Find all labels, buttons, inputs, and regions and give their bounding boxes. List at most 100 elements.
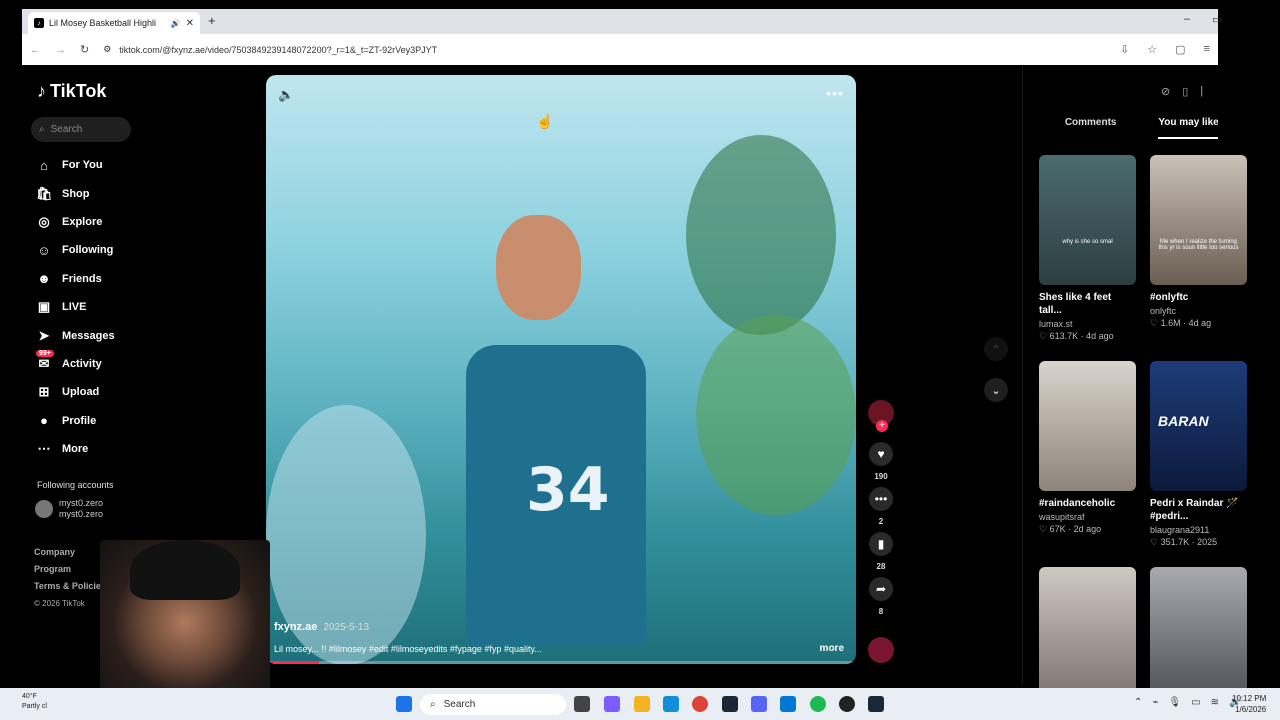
meta-separator: · xyxy=(1078,331,1087,341)
comment-button[interactable]: ••• 2 xyxy=(866,487,896,526)
chrome-icon[interactable] xyxy=(692,696,708,712)
footer-company[interactable]: Company xyxy=(34,544,106,561)
steam-icon[interactable] xyxy=(722,696,738,712)
heart-outline-icon: ♡ xyxy=(1150,318,1161,328)
close-tab-icon[interactable]: ✕ xyxy=(186,18,194,29)
sidebar-item-more[interactable]: ⋯ More xyxy=(36,435,115,463)
steam-alt-icon[interactable] xyxy=(868,696,884,712)
tiktok-logo[interactable]: ♪ TikTok xyxy=(37,81,106,102)
recommended-video-card[interactable]: why is she so smal Shes like 4 feet tall.… xyxy=(1039,155,1136,342)
wifi-icon[interactable]: ≋ xyxy=(1211,697,1219,708)
url-field[interactable]: ⚙ tiktok.com/@fxynz.ae/video/75038492391… xyxy=(103,44,1106,55)
sidebar-item-upload[interactable]: ⊞ Upload xyxy=(36,378,115,406)
video-background-foliage xyxy=(696,315,856,515)
copilot-icon[interactable] xyxy=(604,696,620,712)
following-account[interactable]: myst0.zero myst0.zero xyxy=(35,498,103,520)
video-date: 2025-5-13 xyxy=(323,622,370,633)
recommended-video-card[interactable]: Me when I realize the turning this yr is… xyxy=(1150,155,1247,329)
tiktok-note-icon: ♪ xyxy=(37,81,46,101)
video-thumbnail[interactable] xyxy=(1039,361,1136,491)
video-thumbnail[interactable]: why is she so smal xyxy=(1039,155,1136,285)
task-view-icon[interactable] xyxy=(574,696,590,712)
next-video-button[interactable]: ⌄ xyxy=(984,378,1008,402)
more-options-icon[interactable]: ••• xyxy=(826,85,844,101)
discord-icon[interactable] xyxy=(751,696,767,712)
spotify-icon[interactable] xyxy=(810,696,826,712)
card-username[interactable]: onlyftc xyxy=(1150,306,1247,316)
speaker-icon: 🔊 xyxy=(170,18,181,28)
video-thumbnail[interactable] xyxy=(1039,567,1136,697)
network-icon[interactable]: ⌁ xyxy=(1152,697,1158,708)
card-age: 4d ag xyxy=(1188,318,1212,328)
address-bar-row: ← → ↻ ⚙ tiktok.com/@fxynz.ae/video/75038… xyxy=(22,34,1218,65)
follow-plus-icon[interactable]: + xyxy=(876,420,888,432)
video-subject: 34 xyxy=(436,185,656,664)
windows-start-icon[interactable] xyxy=(396,696,412,712)
video-thumbnail[interactable] xyxy=(1150,567,1247,697)
like-button[interactable]: ♥ 190 xyxy=(866,442,896,481)
forward-icon[interactable]: → xyxy=(55,44,66,56)
compass-icon[interactable]: ⊘ xyxy=(1161,85,1170,98)
reading-list-icon[interactable]: ≡ xyxy=(1204,43,1210,56)
maximize-icon[interactable]: ▭ xyxy=(1212,13,1222,26)
sidebar-item-activity[interactable]: ✉ 99+ Activity xyxy=(36,349,115,378)
recommended-video-card[interactable] xyxy=(1150,567,1247,697)
creator-avatar[interactable]: + xyxy=(866,400,896,432)
chevron-up-icon[interactable]: ⌃ xyxy=(1134,697,1142,708)
sidebar-item-label: Following xyxy=(62,244,114,257)
card-username[interactable]: wasupitsraf xyxy=(1039,512,1136,522)
footer-terms[interactable]: Terms & Policies xyxy=(34,578,106,595)
store-icon[interactable] xyxy=(780,696,796,712)
music-disc-icon[interactable] xyxy=(868,637,894,663)
heart-outline-icon: ♡ xyxy=(1039,524,1050,534)
previous-video-button[interactable]: ⌃ xyxy=(984,337,1008,361)
footer-program[interactable]: Program xyxy=(34,561,106,578)
reload-icon[interactable]: ↻ xyxy=(80,43,89,56)
sidebar-item-live[interactable]: ▣ LIVE xyxy=(36,293,115,321)
share-button[interactable]: ➦ 8 xyxy=(866,577,896,616)
sidebar-item-for-you[interactable]: ⌂ For You xyxy=(36,151,115,179)
sidebar-item-messages[interactable]: ➤ Messages xyxy=(36,321,115,349)
sidebar-item-profile[interactable]: ● Profile xyxy=(36,407,115,435)
install-icon[interactable]: ⇩ xyxy=(1120,43,1129,56)
back-icon[interactable]: ← xyxy=(30,44,41,56)
sidebar-item-following[interactable]: ☺ Following xyxy=(36,236,115,264)
mic-icon[interactable]: 🎙 xyxy=(1168,697,1181,708)
video-player[interactable]: 34 🔈 ••• fxynz.ae 2025-5-13 Lil mosey... … xyxy=(266,75,856,664)
split-view-icon[interactable]: ▢ xyxy=(1175,43,1185,56)
sidebar-item-explore[interactable]: ◎ Explore xyxy=(36,208,115,236)
card-username[interactable]: blaugrana2911 xyxy=(1150,525,1247,535)
obs-icon[interactable] xyxy=(839,696,855,712)
new-tab-button[interactable]: + xyxy=(208,13,216,28)
phone-icon[interactable]: ▯ xyxy=(1182,85,1188,98)
search-icon: ⌕ xyxy=(430,699,436,710)
tab-you-may-like[interactable]: You may like xyxy=(1158,117,1218,139)
recommended-video-card[interactable] xyxy=(1039,567,1136,697)
volume-icon[interactable]: 🔈 xyxy=(278,87,294,103)
edge-icon[interactable] xyxy=(663,696,679,712)
browser-tab[interactable]: ♪ Lil Mosey Basketball Highli 🔊 ✕ xyxy=(28,12,200,34)
taskbar-search[interactable]: ⌕ Search xyxy=(420,694,566,715)
search-input[interactable]: ⌕ Search xyxy=(31,117,131,142)
weather-widget[interactable]: 40°F Partly cl xyxy=(22,692,47,712)
caption-more-button[interactable]: more xyxy=(820,643,844,654)
card-username[interactable]: lumax.st xyxy=(1039,319,1136,329)
video-thumbnail[interactable]: Me when I realize the turning this yr is… xyxy=(1150,155,1247,285)
sidebar-item-shop[interactable]: 🛍 Shop xyxy=(36,179,115,207)
minimize-icon[interactable]: – xyxy=(1184,13,1190,25)
save-button[interactable]: ▮ 28 xyxy=(866,532,896,571)
video-thumbnail[interactable]: BARAN xyxy=(1150,361,1247,491)
tab-comments[interactable]: Comments xyxy=(1023,117,1158,139)
panel-tabs: Comments You may like xyxy=(1023,117,1218,139)
site-info-icon[interactable]: ⚙ xyxy=(103,44,111,55)
copyright: © 2026 TikTok xyxy=(34,599,85,608)
taskbar-clock[interactable]: 10:12 PM 1/6/2026 xyxy=(1232,693,1266,715)
display-icon[interactable]: ▭ xyxy=(1191,697,1200,708)
recommended-video-card[interactable]: #raindanceholic wasupitsraf ♡ 67K · 2d ago xyxy=(1039,361,1136,535)
video-progress-bar[interactable] xyxy=(266,661,856,664)
video-author[interactable]: fxynz.ae 2025-5-13 xyxy=(274,621,369,633)
bookmark-star-icon[interactable]: ☆ xyxy=(1147,43,1157,56)
file-explorer-icon[interactable] xyxy=(634,696,650,712)
sidebar-item-friends[interactable]: ☻ Friends xyxy=(36,265,115,293)
recommended-video-card[interactable]: BARAN Pedri x Raindar 🪄 #pedri... blaugran… xyxy=(1150,361,1247,548)
